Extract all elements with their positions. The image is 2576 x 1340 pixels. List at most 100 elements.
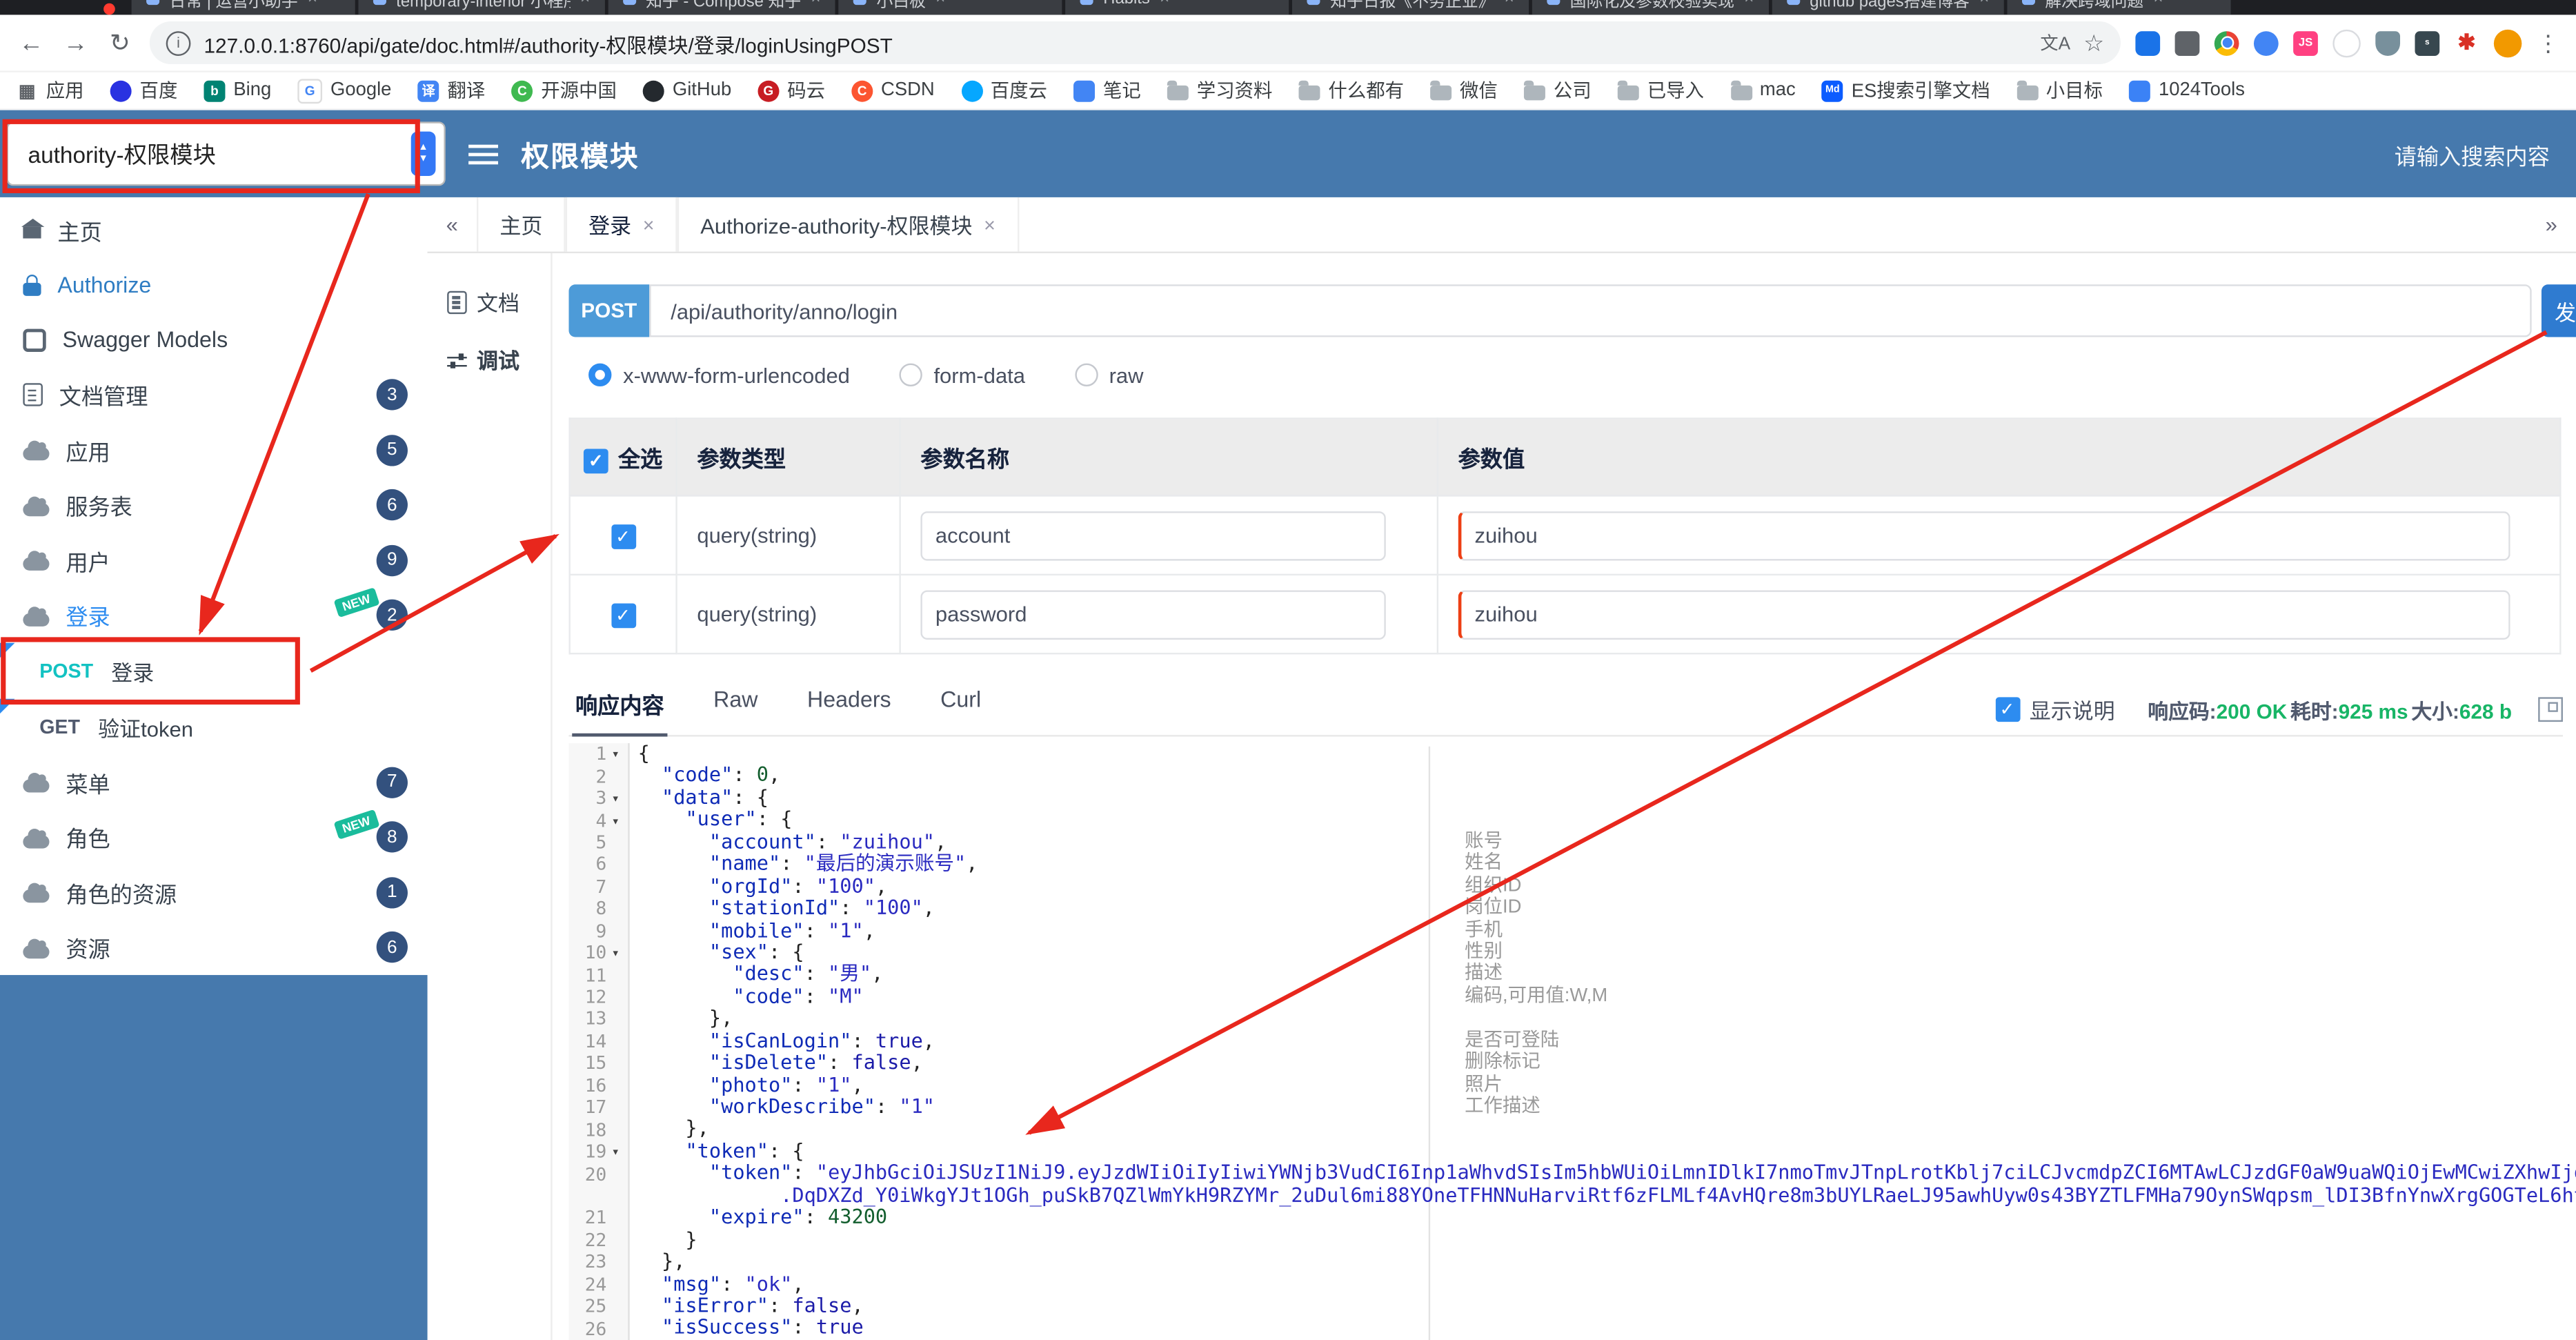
- body-type-radio[interactable]: form-data: [899, 362, 1025, 387]
- bookmark-item[interactable]: 学习资料: [1167, 77, 1272, 104]
- browser-tab[interactable]: 知乎日报《不务正业》×: [1292, 0, 1529, 15]
- sidebar-item[interactable]: 资源 6: [0, 920, 428, 975]
- url-field[interactable]: i 127.0.0.1:8760/api/gate/doc.html#/auth…: [149, 21, 2121, 64]
- param-value-input[interactable]: [1458, 510, 2510, 560]
- header-search-input[interactable]: 请输入搜索内容: [2395, 137, 2550, 170]
- response-tab[interactable]: Raw: [710, 687, 761, 735]
- sidebar-item[interactable]: 服务表 6: [0, 477, 428, 533]
- docnav-item[interactable]: 调试: [428, 331, 551, 388]
- snip-icon[interactable]: s: [2415, 30, 2440, 55]
- module-select[interactable]: authority-权限模块 ▲ ▼: [6, 121, 446, 186]
- param-value-input[interactable]: [1458, 589, 2510, 639]
- bookmark-item[interactable]: 公司: [1523, 77, 1592, 104]
- bookmark-item[interactable]: 已导入: [1617, 77, 1704, 104]
- sidebar-item[interactable]: 文档管理 3: [0, 368, 428, 423]
- bookmark-item[interactable]: 什么都有: [1298, 77, 1404, 104]
- screenshot-icon[interactable]: [2135, 30, 2161, 55]
- body-type-radio[interactable]: x-www-form-urlencoded: [588, 362, 850, 387]
- sidebar-item[interactable]: 菜单 7: [0, 755, 428, 810]
- bookmark-item[interactable]: 应用: [17, 77, 84, 104]
- tab-close-icon[interactable]: ×: [2154, 0, 2163, 8]
- bookmark-item[interactable]: 开源中国: [511, 77, 617, 104]
- expand-icon[interactable]: [2538, 697, 2563, 722]
- param-name-input[interactable]: [920, 510, 1386, 560]
- browser-tab[interactable]: 国际化及参数校验实现×: [1532, 0, 1769, 15]
- request-url[interactable]: /api/authority/anno/login: [649, 284, 2532, 337]
- bookmark-item[interactable]: 小目标: [2016, 77, 2103, 104]
- tab-close-icon[interactable]: ×: [308, 0, 317, 8]
- tab-close-icon[interactable]: ×: [935, 0, 945, 8]
- response-tab[interactable]: Curl: [937, 687, 984, 735]
- docnav-item[interactable]: 文档: [428, 273, 551, 331]
- param-name-input[interactable]: [920, 589, 1386, 639]
- fold-icon[interactable]: ▾: [611, 813, 628, 827]
- sidebar-item[interactable]: 登录 NEW 2: [0, 587, 428, 643]
- tab-close-icon[interactable]: ×: [811, 0, 821, 8]
- bookmark-item[interactable]: mac: [1730, 80, 1796, 101]
- tab-close-icon[interactable]: ×: [1744, 0, 1754, 8]
- tab-close-icon[interactable]: ×: [643, 213, 655, 236]
- tab-close-icon[interactable]: ×: [1979, 0, 1989, 8]
- sidebar-item[interactable]: 角色 NEW 8: [0, 808, 428, 865]
- bookmark-star-icon[interactable]: ☆: [2083, 29, 2104, 57]
- fold-icon[interactable]: ▾: [611, 791, 628, 805]
- sidebar-item[interactable]: Authorize: [0, 257, 428, 313]
- row-checkbox[interactable]: ✓: [611, 602, 635, 628]
- sidebar-item[interactable]: 角色的资源 1: [0, 865, 428, 920]
- sidebar-item[interactable]: Swagger Models: [0, 313, 428, 368]
- send-button[interactable]: 发送: [2541, 284, 2576, 337]
- chrome-colorful-icon[interactable]: [2214, 30, 2239, 55]
- browser-tab[interactable]: 小白板×: [838, 0, 1062, 15]
- tab-close-icon[interactable]: ×: [1160, 0, 1169, 8]
- doc-tab[interactable]: 主页: [477, 197, 566, 252]
- tab-close-icon[interactable]: ×: [1505, 0, 1514, 8]
- bookmark-item[interactable]: 百度: [110, 77, 177, 104]
- bookmark-item[interactable]: 码云: [757, 77, 825, 104]
- puzzle-icon[interactable]: [2174, 30, 2200, 55]
- sidebar-item[interactable]: 应用 5: [0, 422, 428, 477]
- bookmark-item[interactable]: Google: [297, 78, 391, 103]
- bookmark-item[interactable]: 1024Tools: [2129, 79, 2245, 101]
- bookmark-item[interactable]: GitHub: [643, 79, 731, 101]
- response-tab[interactable]: Headers: [804, 687, 894, 735]
- bookmark-item[interactable]: Bing: [204, 79, 271, 101]
- browser-tab[interactable]: github pages搭建博客×: [1772, 0, 2004, 15]
- tabs-collapse-icon[interactable]: «: [428, 212, 477, 237]
- bookmark-item[interactable]: ES搜索引擎文档: [1821, 77, 1990, 104]
- fold-icon[interactable]: ▾: [611, 946, 628, 960]
- bookmark-item[interactable]: 笔记: [1073, 77, 1141, 104]
- tabs-forward-icon[interactable]: »: [2527, 212, 2576, 237]
- bookmark-item[interactable]: 微信: [1430, 77, 1498, 104]
- browser-tab[interactable]: 日常 | 运营小助手×: [131, 0, 355, 15]
- tab-close-icon[interactable]: ×: [984, 213, 995, 236]
- profile-avatar[interactable]: [2493, 28, 2522, 57]
- browser-tab[interactable]: Habits×: [1065, 0, 1289, 15]
- js-icon[interactable]: JS: [2293, 30, 2318, 55]
- browser-tab[interactable]: temporary-interior 小程序×: [358, 0, 605, 15]
- doc-tab[interactable]: Authorize-authority-权限模块 ×: [677, 197, 1019, 252]
- tab-close-icon[interactable]: ×: [580, 0, 590, 8]
- site-info-icon[interactable]: i: [166, 30, 191, 55]
- sidebar-item[interactable]: 主页: [0, 202, 428, 257]
- doc-tab[interactable]: 登录 ×: [565, 197, 677, 252]
- bookmark-item[interactable]: CSDN: [851, 79, 935, 101]
- code-pane[interactable]: { "code": 0, "data": { "user": { "accoun…: [630, 743, 2576, 1340]
- fold-icon[interactable]: ▾: [611, 1145, 628, 1159]
- browser-menu-icon[interactable]: ⋮: [2537, 29, 2559, 57]
- back-icon[interactable]: ←: [17, 29, 46, 57]
- url-text[interactable]: 127.0.0.1:8760/api/gate/doc.html#/author…: [204, 27, 2027, 58]
- sidebar-api-get[interactable]: GET 验证token: [0, 698, 428, 755]
- menu-toggle-icon[interactable]: [468, 144, 499, 164]
- row-checkbox[interactable]: ✓: [611, 524, 635, 549]
- bookmark-item[interactable]: 百度云: [960, 77, 1047, 104]
- browser-tab[interactable]: 解决跨域问题×: [2007, 0, 2231, 15]
- fold-icon[interactable]: ▾: [611, 747, 628, 761]
- colorful-star-icon[interactable]: ✱: [2455, 30, 2479, 55]
- show-desc-checkbox[interactable]: ✓: [1994, 697, 2020, 722]
- blue-circle-icon[interactable]: [2253, 30, 2279, 55]
- bookmark-item[interactable]: 翻译: [417, 77, 485, 104]
- body-type-radio[interactable]: raw: [1074, 362, 1143, 387]
- translate-icon[interactable]: 文A: [2040, 30, 2070, 56]
- reload-icon[interactable]: ↻: [106, 28, 135, 58]
- shield-icon[interactable]: [2375, 30, 2401, 55]
